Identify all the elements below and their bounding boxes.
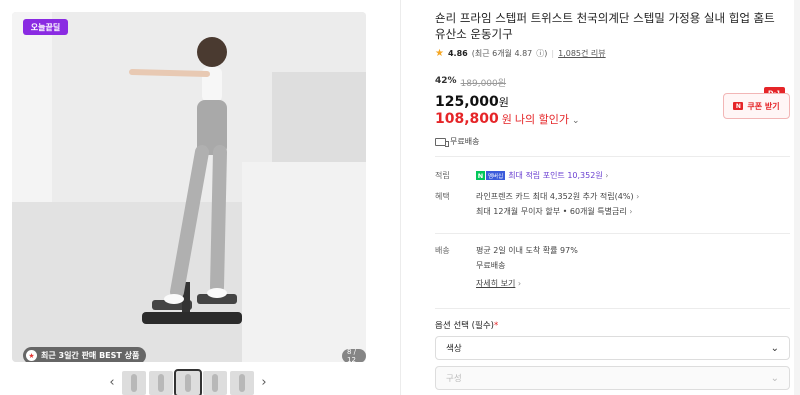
config-select-value: 구성 <box>446 374 462 384</box>
thumbnail-5[interactable] <box>230 370 254 395</box>
truck-icon <box>435 137 449 147</box>
image-counter: 8 / 12 <box>342 348 366 362</box>
points-link[interactable]: N 멤버십 최대 적립 포인트 10,352원 › <box>476 170 608 181</box>
delivery-row: 배송 평균 2일 이내 도착 확률 97% 무료배송 자세히 보기 › <box>435 245 790 295</box>
original-price-row: 42% 189,000원 <box>435 76 506 89</box>
original-price: 189,000원 <box>460 79 507 89</box>
delivery-more-text: 자세히 보기 <box>476 279 516 288</box>
delivery-free: 무료배송 <box>476 261 506 270</box>
rating-detail: (최근 6개월 4.87 <box>471 49 533 58</box>
benefit-installment-text: 최대 12개월 무이자 할부 • 60개월 특별금리 <box>476 207 627 216</box>
my-discount-price[interactable]: 108,800 원 나의 할인가 ⌄ <box>435 111 580 127</box>
sale-price-unit: 원 <box>498 96 509 109</box>
section-divider <box>435 308 790 309</box>
info-icon[interactable]: ⓘ) <box>536 48 547 59</box>
benefit-row: 혜택 라인프렌즈 카드 최대 4,352원 추가 적립(4%) › 최대 12개… <box>435 191 790 221</box>
delivery-more-link[interactable]: 자세히 보기 › <box>476 278 521 289</box>
coupon-icon: N <box>733 102 744 110</box>
benefit-card[interactable]: 라인프렌즈 카드 최대 4,352원 추가 적립(4%) › <box>476 191 639 202</box>
thumbnail-4[interactable] <box>203 370 227 395</box>
coupon-button[interactable]: N 쿠폰 받기 <box>723 93 790 119</box>
color-select[interactable]: 색상 ⌄ <box>435 336 790 360</box>
column-divider <box>400 0 401 395</box>
sale-price: 125,000원 <box>435 94 509 110</box>
thumbnail-2[interactable] <box>149 370 173 395</box>
product-image-gallery[interactable]: 오늘끝딜 ★ 최근 3일간 판매 BEST 상품 8 / 12 <box>12 12 366 362</box>
config-select[interactable]: 구성 ⌄ <box>435 366 790 390</box>
my-price-label: 나의 할인가 <box>514 113 569 126</box>
rating-score: 4.86 <box>447 49 468 58</box>
gift-icon: ★ <box>26 350 37 361</box>
required-mark: * <box>493 321 499 331</box>
color-select-value: 색상 <box>446 344 462 354</box>
discount-percent: 42% <box>435 76 457 86</box>
section-divider <box>435 233 790 234</box>
thumbnail-strip: ‹ › <box>105 368 271 395</box>
free-shipping-label: 무료배송 <box>450 137 480 146</box>
section-divider <box>435 156 790 157</box>
delivery-key: 배송 <box>435 246 450 255</box>
naver-pay-icon: N 멤버십 <box>476 171 506 180</box>
points-row: 적립 N 멤버십 최대 적립 포인트 10,352원 › <box>435 170 790 182</box>
review-link[interactable]: 1,085건 리뷰 <box>558 48 606 59</box>
chevron-down-icon: ⌄ <box>770 342 779 354</box>
thumbnail-3[interactable] <box>174 368 202 395</box>
benefit-key: 혜택 <box>435 192 450 201</box>
chevron-down-icon: ⌄ <box>770 372 779 384</box>
rating-row: ★ 4.86 (최근 6개월 4.87 ⓘ) | 1,085건 리뷰 <box>435 48 606 59</box>
benefit-installment[interactable]: 최대 12개월 무이자 할부 • 60개월 특별금리 › <box>476 206 633 217</box>
thumb-next-button[interactable]: › <box>257 371 271 395</box>
free-shipping-row: 무료배송 <box>435 136 479 147</box>
thumb-prev-button[interactable]: ‹ <box>105 371 119 395</box>
bestseller-badge: ★ 최근 3일간 판매 BEST 상품 <box>23 347 147 362</box>
option-label-text: 옵션 선택 (필수) <box>435 321 494 331</box>
option-label: 옵션 선택 (필수)* <box>435 319 498 331</box>
bestseller-label: 최근 3일간 판매 BEST 상품 <box>41 351 140 360</box>
product-title: 숀리 프라임 스텝퍼 트위스트 천국의계단 스텝밀 가정용 실내 힙업 홈트 유… <box>435 11 775 41</box>
my-price-unit: 원 <box>501 113 512 126</box>
points-text: 최대 적립 포인트 10,352원 <box>508 171 603 180</box>
chevron-down-icon: ⌄ <box>572 116 580 126</box>
star-icon: ★ <box>435 48 444 59</box>
delivery-estimate: 평균 2일 이내 도착 확률 97% <box>476 246 578 255</box>
today-deal-badge: 오늘끝딜 <box>23 19 68 35</box>
product-details: 숀리 프라임 스텝퍼 트위스트 천국의계단 스텝밀 가정용 실내 힙업 홈트 유… <box>435 10 790 390</box>
points-key: 적립 <box>435 171 450 180</box>
page-scrollbar[interactable] <box>794 0 800 395</box>
my-price-value: 108,800 <box>435 111 499 127</box>
thumbnail-1[interactable] <box>122 370 146 395</box>
sale-price-value: 125,000 <box>435 94 499 110</box>
coupon-label: 쿠폰 받기 <box>747 101 780 111</box>
product-photo <box>12 12 366 362</box>
benefit-card-text: 라인프렌즈 카드 최대 4,352원 추가 적립(4%) <box>476 192 634 201</box>
